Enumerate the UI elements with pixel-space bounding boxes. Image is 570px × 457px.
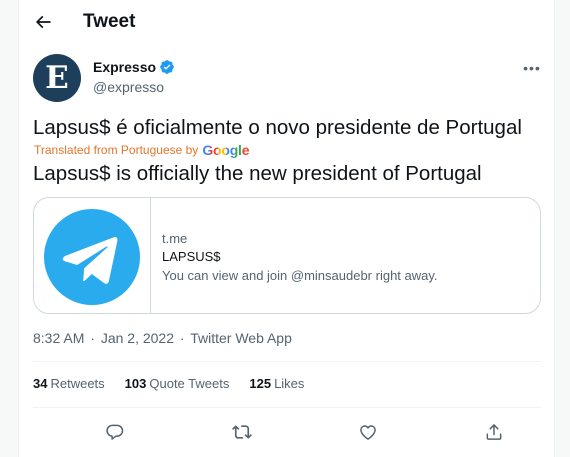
reply-icon [106, 424, 124, 440]
divider [33, 407, 541, 408]
likes-count: 125 [249, 376, 272, 391]
retweets-stat[interactable]: 34 Retweets [33, 376, 105, 391]
avatar[interactable]: E [33, 54, 81, 102]
card-description: You can view and join @minsaudebr right … [162, 268, 438, 283]
tweet-time[interactable]: 8:32 AM [33, 330, 84, 346]
retweet-icon [232, 425, 252, 439]
card-domain: t.me [162, 231, 188, 246]
quote-tweets-label: Quote Tweets [149, 376, 230, 391]
header: Tweet [19, 0, 554, 44]
retweets-label: Retweets [50, 376, 105, 391]
tweet-date[interactable]: Jan 2, 2022 [101, 330, 174, 346]
google-logo: Google [202, 142, 249, 158]
tweet-source[interactable]: Twitter Web App [190, 330, 292, 346]
back-button[interactable] [27, 6, 59, 38]
reply-button[interactable] [101, 418, 129, 446]
likes-label: Likes [274, 376, 305, 391]
page-title: Tweet [83, 11, 136, 32]
author-handle[interactable]: @expresso [93, 79, 164, 95]
separator-dot: · [90, 330, 95, 346]
card-thumbnail [34, 198, 151, 313]
like-icon [360, 425, 376, 440]
telegram-logo-icon [44, 208, 140, 305]
more-dots-icon: ••• [523, 60, 541, 76]
tweet-detail-column: Tweet E Expresso @expresso ••• Lapsus$ é… [18, 0, 555, 457]
retweet-button[interactable] [228, 418, 256, 446]
likes-stat[interactable]: 125 Likes [249, 376, 304, 391]
verified-badge-icon [160, 60, 174, 74]
share-icon [486, 424, 502, 440]
avatar-letter: E [45, 60, 69, 96]
link-card[interactable]: t.me LAPSUS$ You can view and join @mins… [33, 197, 541, 314]
tweet-translation: Lapsus$ is officially the new president … [33, 162, 482, 185]
translated-label: Translated from Portuguese by [34, 143, 199, 157]
divider [33, 361, 541, 362]
action-bar [33, 412, 541, 452]
tweet-stats: 34 Retweets 103 Quote Tweets 125 Likes [33, 376, 324, 391]
author-name[interactable]: Expresso [93, 59, 175, 75]
tweet-meta: 8:32 AM · Jan 2, 2022 · Twitter Web App [33, 330, 292, 346]
like-button[interactable] [354, 418, 382, 446]
translation-attribution: Translated from Portuguese by Google [34, 142, 250, 158]
more-options-button[interactable]: ••• [520, 58, 544, 78]
share-button[interactable] [480, 418, 508, 446]
tweet-text: Lapsus$ é oficialmente o novo presidente… [33, 116, 522, 139]
card-title: LAPSUS$ [162, 249, 221, 264]
separator-dot: · [179, 330, 185, 346]
quote-tweets-count: 103 [124, 376, 147, 391]
arrow-left-icon [35, 15, 51, 29]
author-name-text: Expresso [93, 59, 157, 75]
quote-tweets-stat[interactable]: 103 Quote Tweets [125, 376, 230, 391]
retweets-count: 34 [33, 376, 48, 391]
google-logo-text: Google [202, 142, 250, 158]
